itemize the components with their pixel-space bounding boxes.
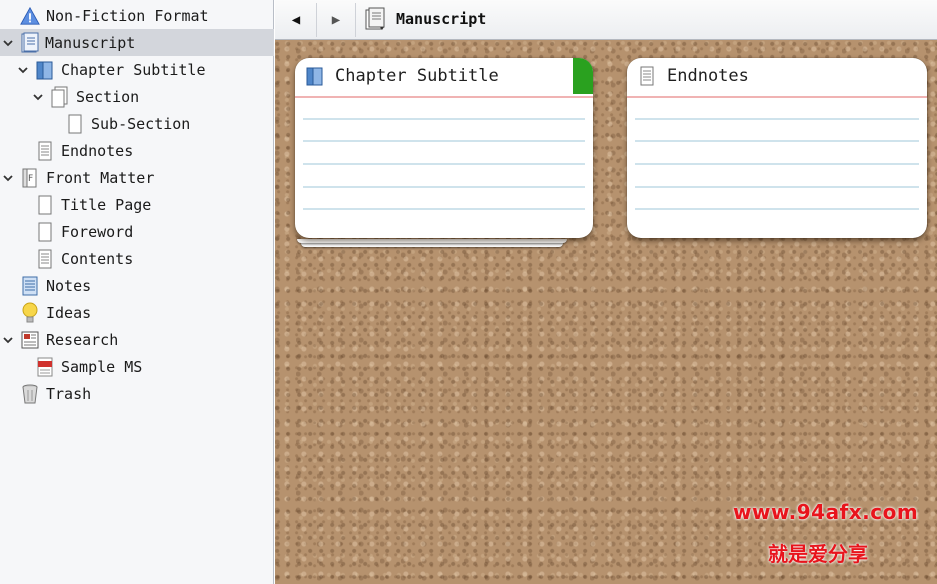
binder-item-front-matter[interactable]: F Front Matter — [0, 164, 274, 191]
binder-item-label: Trash — [46, 384, 92, 403]
blank-page-icon — [35, 221, 55, 243]
card-line — [303, 140, 585, 142]
binder-item-label: Sub-Section — [91, 114, 191, 133]
card-stack-edge — [297, 239, 567, 243]
binder-item-sample-ms[interactable]: Sample MS — [0, 353, 274, 380]
trash-icon — [20, 383, 40, 405]
card-line — [303, 163, 585, 165]
binder-item-title-page[interactable]: Title Page — [0, 191, 274, 218]
folder-book-icon — [35, 59, 55, 81]
editor-header: ◀ ▶ Manuscript — [275, 0, 937, 40]
lightbulb-icon — [20, 302, 40, 324]
card-line — [635, 163, 919, 165]
card-line — [635, 118, 919, 120]
binder-item-label: Research — [46, 330, 119, 349]
binder-item-label: Section — [76, 87, 140, 106]
text-page-icon — [637, 65, 657, 87]
binder-sidebar: Non-Fiction Format Manuscript Chapter Su… — [0, 0, 274, 584]
binder-item-sub-section[interactable]: Sub-Section — [0, 110, 274, 137]
card-line — [303, 208, 585, 210]
manuscript-icon — [20, 32, 40, 54]
binder-item-label: Contents — [61, 249, 134, 268]
binder-item-manuscript[interactable]: Manuscript — [0, 29, 274, 56]
binder-item-notes[interactable]: Notes — [0, 272, 274, 299]
binder-item-label: Foreword — [61, 222, 134, 241]
separator — [355, 3, 356, 37]
binder-item-label: Chapter Subtitle — [61, 60, 206, 79]
back-button[interactable]: ◀ — [277, 4, 315, 36]
research-icon — [20, 329, 40, 351]
binder-item-contents[interactable]: Contents — [0, 245, 274, 272]
card-line — [303, 118, 585, 120]
text-page-icon — [35, 140, 55, 162]
binder-item-endnotes[interactable]: Endnotes — [0, 137, 274, 164]
chevron-down-icon[interactable] — [2, 172, 14, 184]
binder-item-label: Non-Fiction Format — [46, 6, 209, 25]
text-page-icon — [35, 248, 55, 270]
card-title: Chapter Subtitle — [335, 66, 499, 86]
document-title: Manuscript — [396, 10, 487, 28]
binder-item-trash[interactable]: Trash — [0, 380, 274, 407]
front-matter-icon: F — [20, 167, 40, 189]
forward-button[interactable]: ▶ — [317, 4, 355, 36]
binder-item-ideas[interactable]: Ideas — [0, 299, 274, 326]
binder-item-label: Title Page — [61, 195, 152, 214]
binder-item-foreword[interactable]: Foreword — [0, 218, 274, 245]
manuscript-icon[interactable] — [364, 7, 388, 33]
watermark-url: www.94afx.com — [733, 500, 919, 524]
binder-item-section[interactable]: Section — [0, 83, 274, 110]
card-stack-edge — [301, 243, 563, 247]
info-icon — [20, 5, 40, 27]
card-title: Endnotes — [667, 66, 749, 86]
binder-item-label: Front Matter — [46, 168, 155, 187]
index-card-chapter-subtitle[interactable]: Chapter Subtitle — [295, 58, 593, 238]
index-card-endnotes[interactable]: Endnotes — [627, 58, 927, 238]
binder-item-research[interactable]: Research — [0, 326, 274, 353]
chevron-down-icon[interactable] — [2, 37, 14, 49]
binder-item-label: Endnotes — [61, 141, 134, 160]
chevron-down-icon[interactable] — [2, 334, 14, 346]
card-line — [303, 186, 585, 188]
card-line — [635, 140, 919, 142]
chevron-down-icon[interactable] — [17, 64, 29, 76]
binder-item-chapter-subtitle[interactable]: Chapter Subtitle — [0, 56, 274, 83]
binder-item-label: Sample MS — [61, 357, 143, 376]
binder-item-label: Notes — [46, 276, 92, 295]
card-title-rule — [295, 96, 593, 98]
card-title-rule — [627, 96, 927, 98]
blank-page-icon — [35, 194, 55, 216]
card-line — [635, 208, 919, 210]
back-arrow-icon: ◀ — [291, 12, 301, 28]
pdf-icon — [35, 356, 55, 378]
notebook-icon — [20, 275, 40, 297]
card-line — [635, 186, 919, 188]
watermark-slogan: 就是爱分享 — [768, 542, 868, 566]
binder-item-non-fiction-format[interactable]: Non-Fiction Format — [0, 2, 274, 29]
chevron-down-icon[interactable] — [32, 91, 44, 103]
forward-arrow-icon: ▶ — [331, 12, 341, 28]
blank-page-icon — [65, 113, 85, 135]
binder-item-label: Manuscript — [45, 33, 136, 52]
folder-book-icon — [305, 65, 325, 87]
document-stack-icon — [50, 86, 70, 108]
label-color-flag — [573, 58, 593, 94]
binder-item-label: Ideas — [46, 303, 92, 322]
svg-text:F: F — [28, 174, 33, 184]
